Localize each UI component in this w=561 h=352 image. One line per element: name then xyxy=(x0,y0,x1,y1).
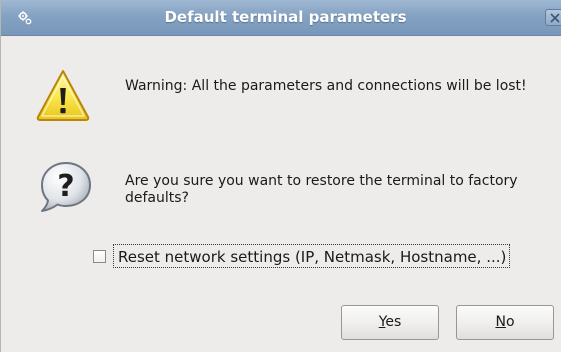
yes-label-rest: es xyxy=(385,314,402,330)
question-icon: ? xyxy=(38,159,94,215)
warning-message: Warning: All the parameters and connecti… xyxy=(125,78,527,94)
no-button[interactable]: No xyxy=(456,305,554,340)
window-title: Default terminal parameters xyxy=(164,8,407,26)
confirmation-message: Are you sure you want to restore the ter… xyxy=(125,173,518,206)
no-label-rest: o xyxy=(505,314,515,330)
no-mnemonic: N xyxy=(495,314,506,330)
reset-network-label[interactable]: Reset network settings (IP, Netmask, Hos… xyxy=(113,244,511,268)
title-bar[interactable]: Default terminal parameters xyxy=(1,0,561,36)
dialog-window: Default terminal parameters Warning: All… xyxy=(0,0,561,352)
warning-icon xyxy=(35,67,91,123)
reset-network-checkbox[interactable] xyxy=(93,250,106,263)
close-icon[interactable] xyxy=(545,9,561,26)
yes-button[interactable]: Yes xyxy=(341,305,439,340)
svg-text:?: ? xyxy=(57,169,74,204)
